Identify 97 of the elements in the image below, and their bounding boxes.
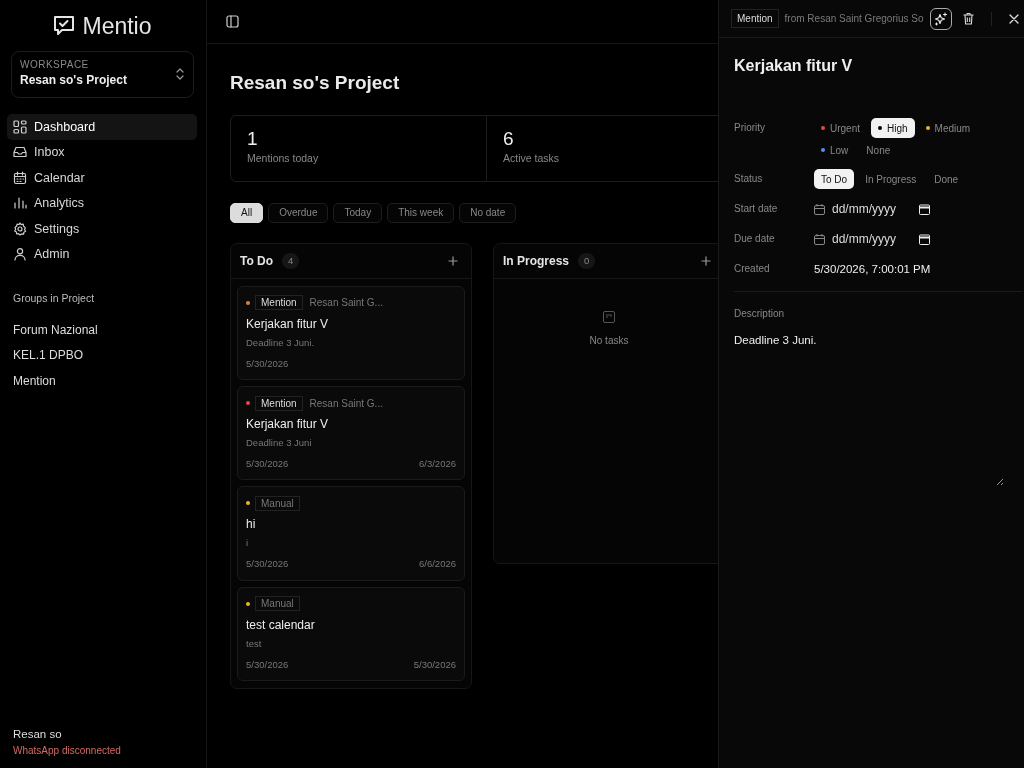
nav-item[interactable]: Inbox bbox=[7, 139, 197, 165]
workspace-label: WORKSPACE bbox=[20, 59, 90, 71]
source-tag: Mention bbox=[731, 9, 779, 28]
connection-status: WhatsApp disconnected bbox=[12, 744, 122, 758]
nav-item[interactable]: Analytics bbox=[7, 190, 197, 216]
priority-option[interactable]: Urgent bbox=[814, 118, 867, 139]
created-date: 5/30/2026 bbox=[246, 457, 289, 472]
board-icon bbox=[603, 310, 615, 323]
sender-name: Resan Saint G... bbox=[309, 296, 383, 311]
created-date: 5/30/2026 bbox=[246, 657, 289, 672]
count-badge: 4 bbox=[282, 252, 300, 269]
chevron-up-down-icon bbox=[175, 67, 185, 81]
priority-option[interactable]: None bbox=[859, 140, 898, 161]
filter-button[interactable]: Today bbox=[333, 202, 383, 223]
stat-label: Mentions today bbox=[247, 150, 320, 166]
sidebar-icon bbox=[225, 15, 239, 28]
task-description: test bbox=[246, 636, 263, 651]
count-badge: 0 bbox=[578, 252, 596, 269]
bar-chart-icon bbox=[13, 196, 27, 211]
field-label: Description bbox=[734, 307, 786, 322]
workspace-selector[interactable]: WORKSPACE Resan so's Project bbox=[11, 51, 194, 98]
field-label: Status bbox=[734, 172, 764, 187]
page-title: Resan so's Project bbox=[230, 72, 401, 95]
sparkle-icon bbox=[933, 11, 948, 26]
task-description: Deadline 3 Juni bbox=[246, 436, 313, 451]
due-date: 5/30/2026 bbox=[413, 657, 456, 672]
trash-icon bbox=[962, 12, 976, 25]
section-heading: Groups in Project bbox=[13, 291, 96, 306]
field-label: Created bbox=[734, 262, 771, 277]
field-label: Start date bbox=[734, 202, 779, 217]
filter-button[interactable]: No date bbox=[459, 202, 517, 223]
user-icon bbox=[13, 247, 27, 262]
filter-button[interactable]: Overdue bbox=[268, 202, 329, 223]
nav-item[interactable]: Calendar bbox=[7, 165, 197, 191]
nav-item[interactable]: Dashboard bbox=[7, 114, 197, 140]
close-icon bbox=[1008, 13, 1019, 24]
source-tag: Mention bbox=[255, 295, 303, 311]
task-card[interactable]: Mention Resan Saint G... Kerjakan fitur V Deadline 3 Juni. 5/30/2026 bbox=[237, 285, 465, 381]
task-title: Kerjakan fitur V bbox=[246, 315, 330, 333]
field-label: Due date bbox=[734, 232, 776, 247]
created-date: 5/30/2026 bbox=[246, 356, 289, 371]
source-tag: Manual bbox=[255, 495, 300, 511]
calendar-icon bbox=[814, 203, 825, 215]
stat-value: 6 bbox=[503, 127, 515, 151]
due-date: 6/3/2026 bbox=[419, 457, 456, 472]
task-title: test calendar bbox=[246, 616, 316, 634]
priority-option[interactable]: Medium bbox=[918, 118, 978, 139]
task-title: Kerjakan fitur V bbox=[246, 416, 330, 434]
group-item[interactable]: KEL.1 DPBO bbox=[7, 342, 197, 368]
source-tag: Mention bbox=[255, 395, 303, 411]
group-item[interactable]: Forum Nazional bbox=[7, 316, 197, 343]
stat-label: Active tasks bbox=[503, 150, 561, 166]
column-title: To Do bbox=[240, 252, 274, 270]
nav-item[interactable]: Settings bbox=[7, 216, 197, 242]
plus-icon bbox=[448, 255, 458, 266]
stat-value: 1 bbox=[247, 127, 259, 151]
task-description: Deadline 3 Juni. bbox=[246, 335, 316, 350]
task-card[interactable]: Manual test calendar test 5/30/2026 5/30/2026 bbox=[237, 586, 465, 681]
calendar-icon bbox=[814, 233, 825, 245]
due-date: 6/6/2026 bbox=[419, 557, 456, 572]
group-item[interactable]: Mention bbox=[7, 367, 197, 394]
created-value: 5/30/2026, 7:00:01 PM bbox=[814, 262, 931, 278]
logo-icon bbox=[52, 14, 77, 38]
field-label: Priority bbox=[734, 121, 767, 136]
filter-button[interactable]: All bbox=[230, 202, 264, 223]
description-field[interactable]: Deadline 3 Juni. bbox=[734, 332, 1004, 487]
user-name: Resan so bbox=[12, 726, 63, 742]
brand-name: Mentio bbox=[82, 14, 152, 38]
calendar-icon bbox=[919, 233, 930, 245]
date-field[interactable]: dd/mm/yyyy bbox=[814, 199, 930, 220]
settings-icon bbox=[13, 221, 27, 236]
task-title: hi bbox=[246, 516, 257, 534]
inbox-icon bbox=[13, 145, 27, 160]
empty-message: No tasks bbox=[589, 333, 629, 348]
source-tag: Manual bbox=[255, 596, 300, 612]
ai-button[interactable] bbox=[929, 7, 952, 30]
priority-option[interactable]: High bbox=[871, 118, 915, 139]
sender-name: from Resan Saint Gregorius So bbox=[784, 12, 924, 26]
created-date: 5/30/2026 bbox=[246, 557, 289, 572]
add-button[interactable] bbox=[701, 255, 711, 266]
status-option[interactable]: In Progress bbox=[858, 169, 924, 190]
task-title: Kerjakan fitur V bbox=[734, 56, 854, 76]
grid-icon bbox=[13, 119, 27, 134]
filter-button[interactable]: This week bbox=[387, 202, 455, 223]
plus-icon bbox=[701, 255, 711, 266]
priority-option[interactable]: Low bbox=[814, 140, 856, 161]
add-button[interactable] bbox=[448, 255, 458, 266]
date-field[interactable]: dd/mm/yyyy bbox=[814, 229, 930, 250]
status-option[interactable]: Done bbox=[927, 169, 966, 190]
status-option[interactable]: To Do bbox=[814, 169, 855, 190]
task-card[interactable]: Mention Resan Saint G... Kerjakan fitur V Deadline 3 Juni 5/30/2026 6/3/2026 bbox=[237, 386, 465, 481]
calendar-icon bbox=[919, 203, 930, 215]
sender-name: Resan Saint G... bbox=[309, 396, 383, 411]
workspace-name: Resan so's Project bbox=[20, 72, 127, 89]
column-title: In Progress bbox=[503, 252, 570, 270]
nav-item[interactable]: Admin bbox=[7, 241, 197, 267]
calendar-icon bbox=[13, 170, 27, 185]
